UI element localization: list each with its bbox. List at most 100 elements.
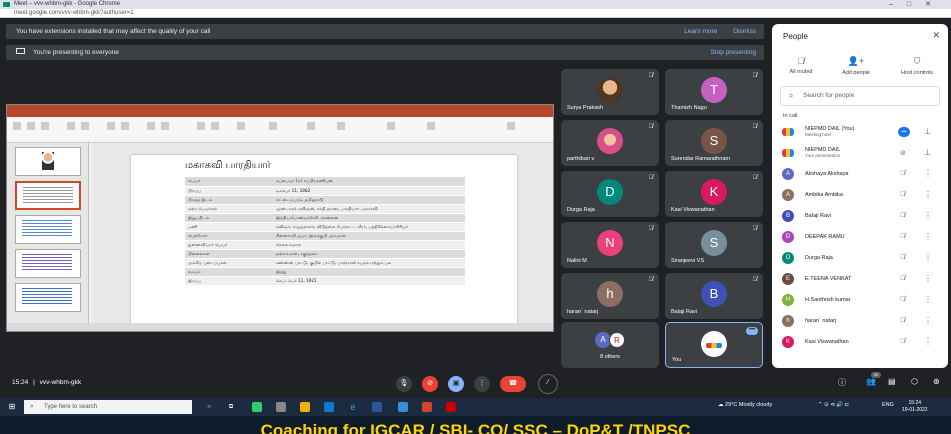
app-taskbar-icon[interactable] <box>276 402 286 412</box>
mail-icon[interactable] <box>324 402 334 412</box>
mic-off-icon[interactable]: 🎙̸ <box>900 233 905 240</box>
window-controls[interactable]: –□✕ <box>889 0 945 9</box>
participant-tile[interactable]: parthiban v 🎙̸ <box>561 120 659 166</box>
participant-avatar: T <box>701 77 727 103</box>
host-controls-icon[interactable]: ⊛ <box>933 377 940 386</box>
camera-off-button[interactable]: ⊘ <box>422 376 438 392</box>
participant-list-item[interactable]: h haran` natarj 🎙̸ ⋮ <box>772 311 948 332</box>
windows-start-icon[interactable]: ⊞ <box>7 402 17 412</box>
word-icon[interactable] <box>372 402 382 412</box>
info-icon[interactable]: ⓘ <box>838 377 846 388</box>
cortana-icon[interactable]: ○ <box>204 402 214 412</box>
slide-title: மகாகவி பாரதியார் <box>185 160 271 171</box>
more-vert-icon[interactable]: ⋮ <box>924 211 932 220</box>
mic-off-icon[interactable]: 🎙̸ <box>900 170 905 177</box>
mic-off-icon[interactable]: 🎙̸ <box>900 296 905 303</box>
participant-tile[interactable]: B Balaji Ravi 🎙̸ <box>665 273 763 319</box>
pen-tool-button[interactable]: ⁄ <box>538 374 558 394</box>
participant-list-item[interactable]: D DEEPAK RAMU 🎙̸ ⋮ <box>772 227 948 248</box>
pin-icon[interactable]: ⊥ <box>924 148 931 157</box>
participant-tile[interactable]: S Surendar Ramarathnam 🎙̸ <box>665 120 763 166</box>
host-controls-button[interactable]: ⛉ Host controls <box>888 56 946 76</box>
close-icon[interactable]: ✕ <box>932 30 940 41</box>
participant-list-item[interactable]: K Kasi Viswanathan 🎙̸ ⋮ <box>772 332 948 353</box>
file-explorer-icon[interactable] <box>300 402 310 412</box>
participant-list-item[interactable]: NIEPMD DAIL Your presentation ⊘ ⊥ <box>772 143 948 164</box>
mic-off-icon[interactable]: 🎙̸ <box>900 275 905 282</box>
mic-off-icon[interactable]: 🎙̸ <box>900 191 905 198</box>
chat-icon[interactable]: ▤ <box>888 377 896 386</box>
dismiss-button[interactable]: Dismiss <box>733 28 756 35</box>
mic-off-icon[interactable]: 🎙̸ <box>900 338 905 345</box>
slide-thumbnail[interactable] <box>15 249 81 278</box>
extensions-banner-text: You have extensions installed that may a… <box>16 28 211 35</box>
more-vert-icon[interactable]: ⋮ <box>924 169 932 178</box>
more-vert-icon[interactable]: ⋮ <box>924 232 932 241</box>
mic-off-icon: 🎙̸ <box>752 73 758 79</box>
learn-more-link[interactable]: Learn more <box>684 28 717 35</box>
more-vert-icon[interactable]: ⋮ <box>924 253 932 262</box>
weather-widget[interactable]: ☁ 29°C Mostly cloudy <box>718 402 772 408</box>
slide-field-label: மற்ற பெயர்கள் <box>185 204 273 214</box>
more-vert-icon[interactable]: ⋮ <box>924 316 932 325</box>
more-options-button[interactable]: ⋮ <box>474 376 490 392</box>
add-person-icon: 👤+ <box>847 56 865 66</box>
language-indicator[interactable]: ENG <box>882 402 894 408</box>
participant-tile[interactable]: T Thamizh Nagu 🎙̸ <box>665 69 763 115</box>
participant-tile[interactable]: D Durga Raja 🎙̸ <box>561 171 659 217</box>
more-vert-icon[interactable]: ⋮ <box>924 337 932 346</box>
add-people-button[interactable]: 👤+ Add people <box>827 56 885 76</box>
participant-list-item[interactable]: B Balaji Ravi 🎙̸ ⋮ <box>772 206 948 227</box>
participant-list-item[interactable]: A Akshaya Akshaya 🎙̸ ⋮ <box>772 164 948 185</box>
participant-avatar: h <box>597 281 623 307</box>
powerpoint-icon[interactable] <box>422 402 432 412</box>
taskbar-search[interactable]: ⌕ Type here to search <box>24 400 192 414</box>
taskbar-clock[interactable]: 15:24 19-01-2022 <box>902 400 928 414</box>
mic-off-icon[interactable]: 🎙̸ <box>900 254 905 261</box>
slide-field-value: சுப்பையா (எ) சுப்பிரமணியன் <box>273 177 465 187</box>
system-tray-icons[interactable]: ⌃ ⊙ ⊲ 🔊 ⊏ <box>818 402 849 408</box>
stop-presenting-button[interactable]: Stop presenting <box>710 49 756 56</box>
leave-call-button[interactable]: ☎ <box>500 376 526 392</box>
task-view-icon[interactable]: ⧉ <box>226 402 236 412</box>
presentation-audio-off-icon[interactable]: ⊘ <box>900 149 906 157</box>
more-vert-icon[interactable]: ⋮ <box>924 190 932 199</box>
participant-tile[interactable]: S Siranjeevi VS 🎙̸ <box>665 222 763 268</box>
more-options-icon[interactable]: ••• <box>746 327 758 335</box>
mic-off-icon[interactable]: 🎙̸ <box>900 317 905 324</box>
participant-list-item[interactable]: D Durga Raja 🎙̸ ⋮ <box>772 248 948 269</box>
slide-thumbnail-active[interactable] <box>15 181 81 210</box>
participant-list-item[interactable]: H H.Santhosh kumar 🎙̸ ⋮ <box>772 290 948 311</box>
slide-thumbnail[interactable] <box>15 215 81 244</box>
slide-thumbnail[interactable] <box>15 283 81 312</box>
present-now-button[interactable]: ▣ <box>448 376 464 392</box>
slide-table-row: பணி கவிஞர், எழுத்தாளர், விடுதலை போராட்ட வ… <box>185 222 465 232</box>
search-people-input[interactable]: ⌕ Search for people <box>780 86 940 106</box>
chrome-taskbar-icon[interactable] <box>252 402 262 412</box>
activities-icon[interactable]: ⬡ <box>911 377 918 386</box>
slide-thumbnail[interactable] <box>15 147 81 176</box>
participant-tile[interactable]: N Nalini M 🎙̸ <box>561 222 659 268</box>
host-controls-label: Host controls <box>900 70 934 76</box>
edge-icon[interactable]: e <box>348 402 358 412</box>
people-icon[interactable]: 👥 <box>866 377 876 386</box>
slide-thumbnails[interactable] <box>7 143 89 325</box>
self-tile[interactable]: ••• You <box>665 322 763 368</box>
mic-off-icon[interactable]: 🎙̸ <box>900 212 905 219</box>
url-bar[interactable]: meet.google.com/vvv-whbm-gkk?authuser=1 <box>0 9 951 18</box>
app-taskbar-icon[interactable] <box>398 402 408 412</box>
pdf-icon[interactable] <box>446 402 456 412</box>
participant-list-item[interactable]: NIEPMD DAIL (You) Meeting host ••• ⊥ <box>772 122 948 143</box>
pin-icon[interactable]: ⊥ <box>924 127 931 136</box>
others-tile[interactable]: A R 8 others <box>561 322 659 368</box>
participant-avatar: B <box>782 210 794 222</box>
all-muted-button[interactable]: 🎙̸ All muted <box>772 56 830 75</box>
participant-list-item[interactable]: E E.TEENA VENKAT 🎙̸ ⋮ <box>772 269 948 290</box>
microphone-button[interactable]: 🎙 <box>396 376 412 392</box>
more-vert-icon[interactable]: ⋮ <box>924 295 932 304</box>
participant-list-item[interactable]: A Ambika Ambika 🎙̸ ⋮ <box>772 185 948 206</box>
participant-tile[interactable]: h haran` natarj 🎙̸ <box>561 273 659 319</box>
participant-tile[interactable]: K Kasi Viswanathan 🎙̸ <box>665 171 763 217</box>
more-vert-icon[interactable]: ⋮ <box>924 274 932 283</box>
participant-tile[interactable]: Surya Prakash 🎙̸ <box>561 69 659 115</box>
